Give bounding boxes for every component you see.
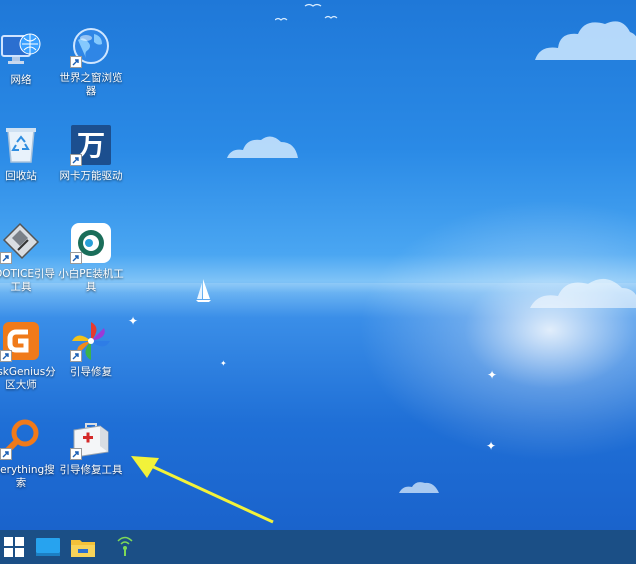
shortcut-arrow-icon (70, 252, 82, 264)
desktop-icon-bootice[interactable]: BOOTICE引导工具 (0, 222, 56, 294)
icon-label: BOOTICE引导工具 (0, 268, 56, 293)
cloud (399, 482, 439, 493)
sparkle: ✦ (486, 439, 497, 453)
shortcut-arrow-icon (0, 350, 12, 362)
sparkle: ✦ (220, 359, 227, 368)
sparkle: ✦ (128, 314, 139, 328)
icon-label: 引导修复工具 (59, 464, 123, 476)
icon-label: 引导修复 (70, 366, 112, 378)
cloud (535, 21, 636, 60)
desktop-icon (36, 538, 60, 556)
windows-start-icon (4, 537, 24, 557)
sailboat (196, 279, 211, 302)
desktop-icon-wan-driver[interactable]: 万 网卡万能驱动 (56, 124, 126, 183)
taskbar (0, 530, 636, 564)
desktop-icon-boot-repair-tool[interactable]: 引导修复工具 (56, 418, 126, 477)
icon-label: Everything搜索 (0, 464, 55, 489)
shortcut-arrow-icon (0, 448, 12, 460)
desktop-icon-xiaobai-pe[interactable]: 小白PE装机工具 (56, 222, 126, 294)
icon-label: 小白PE装机工具 (58, 268, 124, 293)
network-tray-icon (117, 536, 133, 556)
cloud (530, 278, 636, 308)
desktop-icon-network[interactable]: 网络 (0, 28, 56, 87)
birds (275, 3, 338, 21)
shortcut-arrow-icon (0, 252, 12, 264)
icon-label: 网络 (10, 74, 32, 86)
sun-glow (360, 200, 636, 460)
show-desktop-button[interactable] (32, 530, 64, 564)
desktop-wallpaper: ✦ ✦ ✦ ✦ 网络 世界之窗浏览器 回收站 万 网卡万能驱动 OTICE引导工… (0, 0, 636, 530)
network-tray-button[interactable] (110, 530, 140, 564)
desktop-icon-world-browser[interactable]: 世界之窗浏览器 (56, 26, 126, 98)
icon-label: DiskGenius分区大师 (0, 366, 56, 391)
cloud (227, 136, 298, 158)
shortcut-arrow-icon (70, 350, 82, 362)
desktop-icon-recycle-bin[interactable]: 回收站 (0, 124, 56, 183)
file-explorer-icon (71, 540, 95, 557)
icon-label: 网卡万能驱动 (59, 170, 123, 182)
recycle-bin-icon (6, 128, 36, 163)
start-button[interactable] (0, 530, 28, 564)
desktop-icon-everything[interactable]: Everything搜索 (0, 418, 56, 490)
file-explorer-button[interactable] (67, 530, 99, 564)
shortcut-arrow-icon (70, 154, 82, 166)
desktop-icon-boot-repair[interactable]: 引导修复 (56, 320, 126, 379)
shortcut-arrow-icon (70, 448, 82, 460)
icon-label: 世界之窗浏览器 (59, 72, 123, 97)
sparkle: ✦ (487, 368, 498, 382)
shortcut-arrow-icon (70, 56, 82, 68)
network-icon (1, 33, 41, 64)
desktop-icon-diskgenius[interactable]: DiskGenius分区大师 (0, 320, 56, 392)
icon-label: 回收站 (5, 170, 37, 182)
annotation-arrow (131, 456, 274, 524)
